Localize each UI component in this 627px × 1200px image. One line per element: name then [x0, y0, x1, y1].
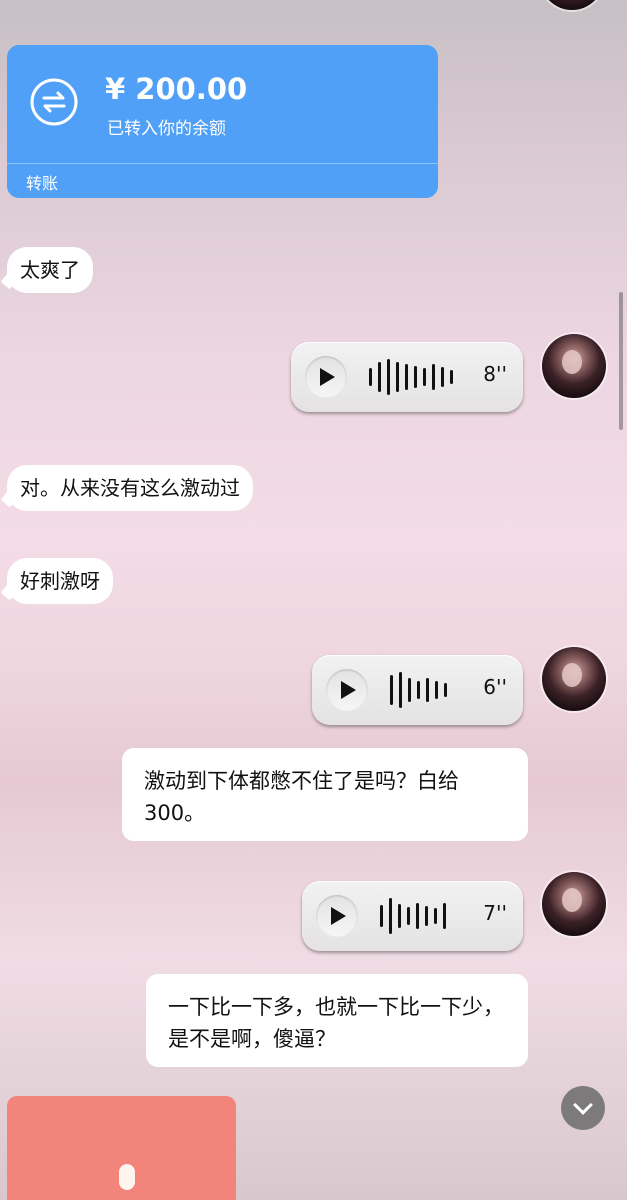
voice-message[interactable]: 6'' — [312, 655, 523, 725]
message-text: 一下比一下多，也就一下比一下少，是不是啊，傻逼？ — [168, 995, 504, 1051]
avatar-top-partial[interactable] — [540, 0, 604, 10]
play-icon[interactable] — [316, 895, 358, 937]
message-outgoing[interactable]: 一下比一下多，也就一下比一下少，是不是啊，傻逼？ — [146, 974, 528, 1067]
voice-duration: 6'' — [483, 675, 507, 699]
voice-duration: 8'' — [483, 362, 507, 386]
red-packet-card[interactable] — [7, 1096, 236, 1200]
message-text: 激动到下体都憋不住了是吗？白给300。 — [144, 769, 459, 825]
message-incoming[interactable]: 好刺激呀 — [7, 558, 113, 604]
voice-message[interactable]: 8'' — [291, 342, 523, 412]
transfer-icon — [30, 78, 78, 126]
scrollbar[interactable] — [619, 292, 623, 430]
transfer-amount: ¥ 200.00 — [105, 72, 248, 106]
message-text: 对。从来没有这么激动过 — [20, 476, 240, 500]
transfer-divider — [7, 163, 438, 164]
avatar[interactable] — [542, 334, 606, 398]
message-incoming[interactable]: 对。从来没有这么激动过 — [7, 465, 253, 511]
voice-message[interactable]: 7'' — [302, 881, 523, 951]
waveform-icon — [390, 672, 447, 708]
transfer-label: 转账 — [26, 174, 59, 193]
transfer-note: 已转入你的余额 — [107, 119, 226, 139]
message-outgoing[interactable]: 激动到下体都憋不住了是吗？白给300。 — [122, 748, 528, 841]
scroll-down-button[interactable] — [561, 1086, 605, 1130]
message-text: 太爽了 — [20, 258, 80, 282]
red-packet-knob — [119, 1164, 135, 1190]
message-text: 好刺激呀 — [20, 569, 100, 593]
avatar[interactable] — [542, 872, 606, 936]
waveform-icon — [369, 359, 453, 395]
message-incoming[interactable]: 太爽了 — [7, 247, 93, 293]
waveform-icon — [380, 898, 446, 934]
avatar[interactable] — [542, 647, 606, 711]
play-icon[interactable] — [326, 669, 368, 711]
voice-duration: 7'' — [483, 901, 507, 925]
play-icon[interactable] — [305, 356, 347, 398]
